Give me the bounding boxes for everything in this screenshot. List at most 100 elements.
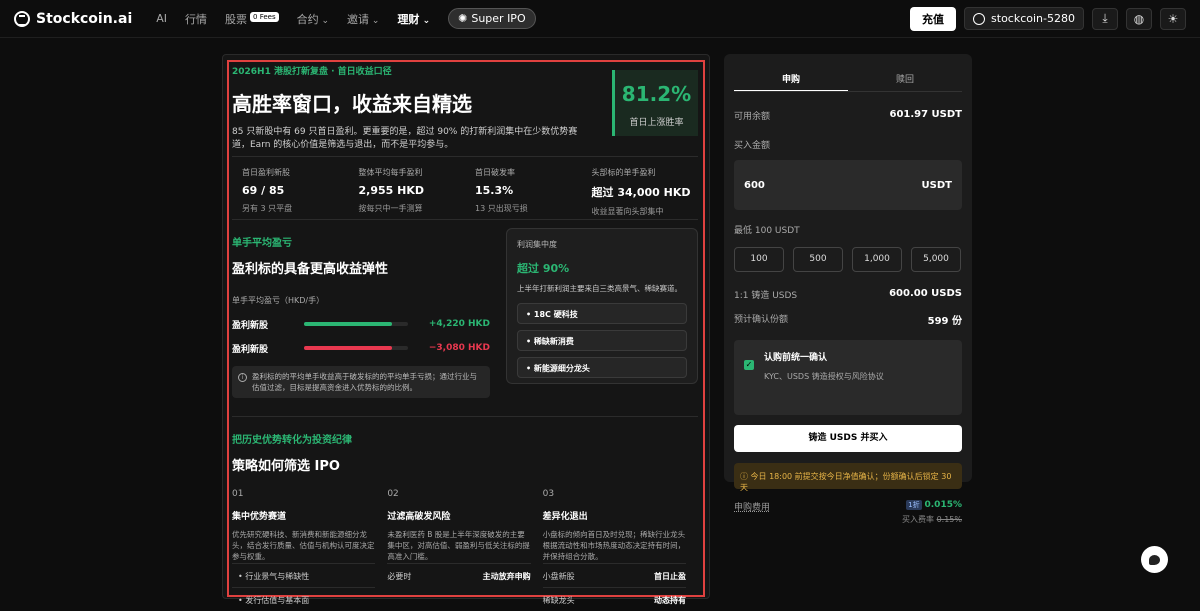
shares-value: 599 份	[927, 316, 962, 327]
download-icon[interactable]: ⤓	[1092, 7, 1118, 30]
stat-value: 2,955 HKD	[358, 184, 424, 197]
chat-support-button[interactable]	[1141, 546, 1168, 573]
kv-key: 稀缺龙头	[542, 596, 575, 605]
confirm-box[interactable]: ✓ 认购前统一确认 KYC、USDS 铸造授权与风险协议	[734, 340, 962, 415]
quick-amount-button[interactable]: 500	[793, 247, 843, 272]
brand-logo[interactable]: Stockcoin.ai	[14, 10, 133, 27]
mint-row: 1:1 铸造 USDS 600.00 USDS	[734, 288, 962, 301]
strategy-col: 03 差异化退出 小盘标的倾向首日及时兑现；稀缺行业龙头根据流动性和市场热度动态…	[542, 489, 698, 611]
stat-value: 超过 34,000 HKD	[591, 186, 691, 199]
concentration-card: 利润集中度 超过 90% 上半年打新利润主要来自三类高景气、稀缺赛道。 18C …	[506, 228, 698, 384]
pnl-bar-fill-profit	[304, 322, 393, 326]
stat-label: 首日盈利新股	[242, 168, 290, 177]
brand-name: Stockcoin.ai	[36, 10, 133, 27]
fee-value: 0.015%	[924, 500, 963, 510]
chat-bubble-icon	[1149, 554, 1160, 565]
pnl-note-text: 盈利标的的平均单手收益高于破发标的的平均单手亏损；通过行业与估值过滤，目标是提高…	[252, 372, 477, 392]
tab-redeem[interactable]: 赎回	[848, 64, 962, 91]
account-button[interactable]: stockcoin-5280	[964, 7, 1084, 30]
kv-value: 主动放弃申购	[482, 572, 531, 581]
quick-amount-button[interactable]: 5,000	[911, 247, 961, 272]
nav-item-stocks[interactable]: 股票 0 Fees	[225, 11, 279, 27]
amount-label-row: 买入金额	[734, 138, 962, 151]
col-title: 过滤高破发风险	[387, 512, 451, 522]
stats-row: 首日盈利新股 69 / 85 另有 3 只平盘 整体平均每手盈利 2,955 H…	[232, 156, 698, 220]
sparkle-icon: ✺	[458, 12, 468, 25]
ipo-review-content: 2026H1 港股打新复盘 · 首日收益口径 高胜率窗口，收益来自精选 85 只…	[232, 64, 698, 605]
confirm-subtitle: KYC、USDS 铸造授权与风险协议	[764, 372, 884, 381]
fee-label[interactable]: 申购费用	[734, 500, 770, 525]
strategy-section: 把历史优势转化为投资纪律 策略如何筛选 IPO 01 集中优势赛道 优先研究硬科…	[232, 416, 698, 611]
confirm-title: 认购前统一确认	[764, 353, 828, 363]
sector-pill: 稀缺新消费	[517, 330, 687, 351]
stat-sub: 13 只出现亏损	[475, 204, 528, 213]
nav-item-ai[interactable]: AI	[156, 12, 167, 25]
shares-label: 预计确认份额	[734, 315, 789, 325]
main-nav: AI 行情 股票0 Fees 合约 邀请 理财 ✺ Super IPO	[156, 8, 536, 29]
kv-key: 必要时	[387, 572, 412, 581]
nav-item-earn[interactable]: 理财	[397, 11, 430, 27]
min-amount-label: 最低 100 USDT	[734, 226, 800, 236]
info-icon: i	[238, 373, 247, 382]
checkbox-checked-icon[interactable]: ✓	[744, 360, 754, 370]
quick-amount-button[interactable]: 1,000	[852, 247, 902, 272]
stat-item: 整体平均每手盈利 2,955 HKD 按每只中一手测算	[349, 157, 466, 219]
pnl-note: i 盈利标的的平均单手收益高于破发标的的平均单手亏损；通过行业与估值过滤，目标是…	[232, 366, 490, 398]
kv-value: 首日止盈	[653, 572, 686, 581]
amount-input[interactable]: 600 USDT	[734, 160, 962, 210]
hero-description: 85 只新股中有 69 只首日盈利。更重要的是，超过 90% 的打新利润集中在少…	[232, 127, 578, 150]
fee-row: 申购费用 1折 0.015% 买入费率 0.15%	[734, 500, 962, 525]
pnl-row-name: 盈利新股	[232, 320, 269, 331]
nav-item-market[interactable]: 行情	[185, 11, 207, 27]
stat-label: 整体平均每手盈利	[358, 168, 423, 177]
quick-amounts: 100 500 1,000 5,000	[734, 247, 962, 272]
amount-label: 买入金额	[734, 141, 771, 151]
amount-value: 600	[744, 179, 765, 191]
col-desc: 小盘标的倾向首日及时兑现；稀缺行业龙头根据流动性和市场热度动态决定持有时间，并保…	[542, 530, 686, 561]
col-kv-row: 必要时 主动放弃申购	[387, 563, 531, 587]
nav-item-invite[interactable]: 邀请	[347, 11, 379, 27]
mint-and-buy-button[interactable]: 铸造 USDS 并买入	[734, 425, 962, 452]
nav-item-futures[interactable]: 合约	[297, 11, 329, 27]
zero-fees-badge: 0 Fees	[250, 11, 279, 22]
mint-label: 1:1 铸造 USDS	[734, 291, 798, 301]
pnl-row-value: −3,080 HKD	[428, 343, 490, 353]
original-fee-value: 0.15%	[936, 515, 962, 524]
col-number: 03	[542, 489, 555, 499]
warning-icon: ⓘ	[740, 472, 748, 481]
strategy-columns: 01 集中优势赛道 优先研究硬科技、新消费和新能源细分龙头，结合发行质量、估值与…	[232, 489, 698, 611]
deposit-button[interactable]: 充值	[910, 6, 957, 31]
stat-label: 头部标的单手盈利	[591, 168, 656, 177]
win-rate-value: 81.2%	[621, 82, 692, 106]
globe-icon[interactable]: ◍	[1126, 7, 1152, 30]
strategy-col: 02 过滤高破发风险 未盈利医药 B 股是上半年深度破发的主要集中区，对高估值、…	[387, 489, 542, 611]
cutoff-warning: ⓘ 今日 18:00 前提交按今日净值确认；份额确认后锁定 30 天	[734, 463, 962, 492]
win-rate-box: 81.2% 首日上涨胜率	[612, 70, 698, 136]
quick-amount-button[interactable]: 100	[734, 247, 784, 272]
available-label: 可用余额	[734, 112, 771, 122]
pnl-row-name: 盈利新股	[232, 344, 269, 355]
sector-pill: 新能源细分龙头	[517, 357, 687, 378]
stat-sub: 收益显著向头部集中	[591, 207, 664, 216]
super-ipo-button[interactable]: ✺ Super IPO	[448, 8, 536, 29]
col-number: 02	[387, 489, 399, 499]
concentration-label: 利润集中度	[517, 240, 557, 249]
pnl-bar-track	[304, 322, 408, 326]
stat-value: 69 / 85	[242, 184, 285, 197]
warning-text: 今日 18:00 前提交按今日净值确认；份额确认后锁定 30 天	[740, 472, 952, 492]
original-fee-label: 买入费率	[902, 515, 935, 524]
strategy-title: 策略如何筛选 IPO	[232, 459, 340, 474]
col-number: 01	[232, 489, 244, 499]
tab-subscribe[interactable]: 申购	[734, 64, 848, 91]
fee-values: 1折 0.015% 买入费率 0.15%	[902, 500, 962, 525]
theme-toggle-icon[interactable]: ☀	[1160, 7, 1186, 30]
pnl-row-value: +4,220 HKD	[428, 319, 490, 329]
stockcoin-logo-icon	[14, 10, 30, 27]
mint-value: 600.00 USDS	[889, 288, 962, 299]
col-kv-row: 小盘新股 首日止盈	[542, 563, 686, 587]
stat-value: 15.3%	[475, 184, 514, 197]
stat-item: 首日盈利新股 69 / 85 另有 3 只平盘	[232, 157, 349, 219]
nav-item-stocks-label: 股票	[225, 12, 248, 26]
kv-value: 动态持有	[653, 596, 686, 605]
pnl-bar-fill-loss	[304, 346, 393, 350]
